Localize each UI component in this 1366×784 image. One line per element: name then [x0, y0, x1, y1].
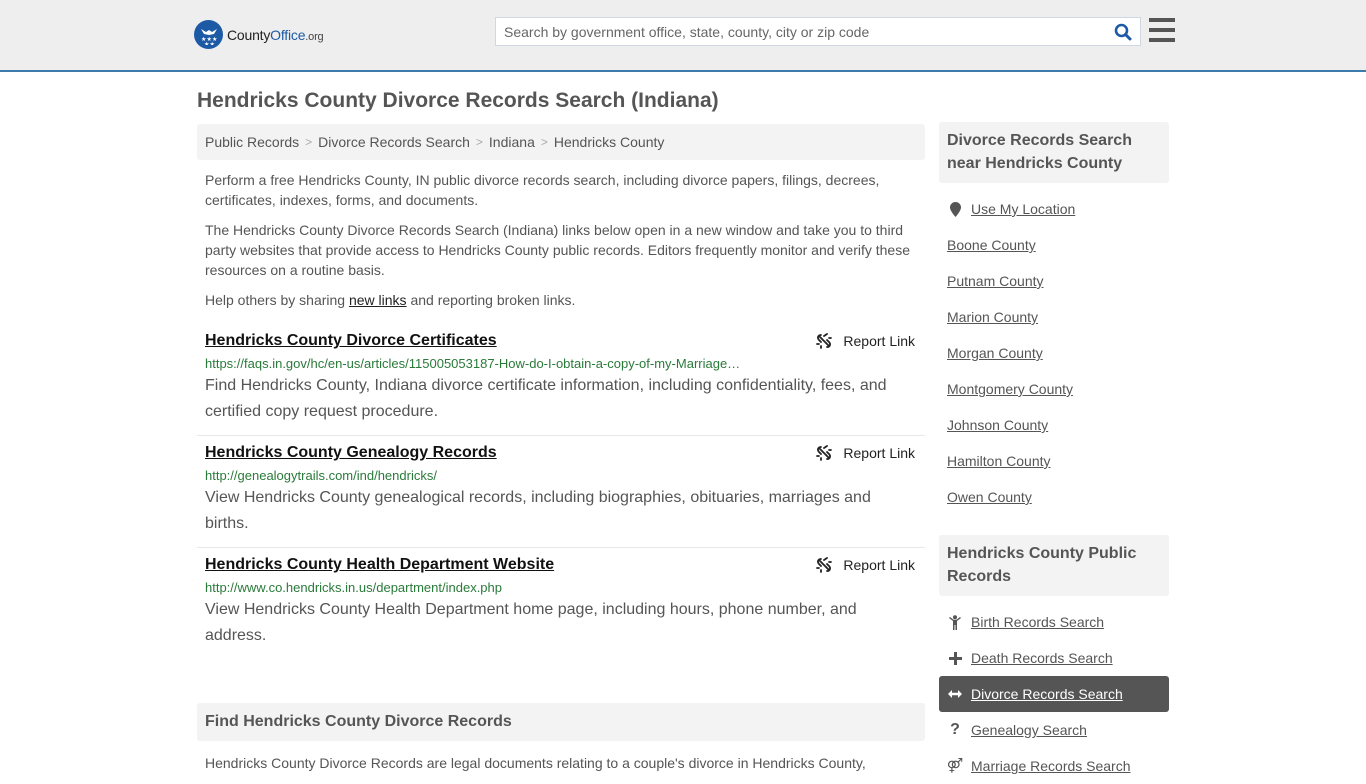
intro-text: Help others by sharing: [205, 292, 349, 308]
nearby-county-link[interactable]: Morgan County: [939, 335, 1169, 371]
nearby-county-link[interactable]: Johnson County: [939, 407, 1169, 443]
breadcrumb-separator: >: [540, 135, 548, 149]
sidebar-item-death-records[interactable]: Death Records Search: [939, 640, 1169, 676]
logo-badge-icon: ★ ★ ★ ★ ★: [194, 20, 223, 49]
find-section-text: Hendricks County Divorce Records are leg…: [205, 755, 866, 771]
report-link-button[interactable]: Report Link: [816, 445, 915, 461]
breadcrumb-separator: >: [305, 135, 313, 149]
nearby-county-link[interactable]: Marion County: [939, 299, 1169, 335]
result-title-link[interactable]: Hendricks County Genealogy Records: [205, 443, 497, 463]
find-section-heading: Find Hendricks County Divorce Records: [197, 703, 925, 741]
search-box: [495, 17, 1141, 46]
result-description: View Hendricks County genealogical recor…: [205, 489, 871, 532]
result-title-link[interactable]: Hendricks County Health Department Websi…: [205, 555, 554, 575]
logo-text-office: Office: [270, 26, 306, 43]
site-logo[interactable]: ★ ★ ★ ★ ★ CountyOffice.org: [194, 20, 324, 49]
hamburger-menu-icon[interactable]: [1149, 18, 1175, 42]
report-link-label: Report Link: [843, 333, 915, 349]
broken-link-icon: [816, 445, 833, 461]
result-url: http://genealogytrails.com/ind/hendricks…: [205, 468, 437, 483]
intro: Perform a free Hendricks County, IN publ…: [197, 170, 925, 310]
menu-bar: [1149, 28, 1175, 32]
nearby-county-link[interactable]: Boone County: [939, 227, 1169, 263]
breadcrumb-current: Hendricks County: [553, 134, 665, 150]
broken-link-icon: [816, 557, 833, 573]
logo-text-tld: .org: [305, 30, 324, 43]
sidebar-item-label[interactable]: Genealogy Search: [971, 722, 1087, 738]
search-button[interactable]: [1106, 18, 1140, 45]
public-records-section: Hendricks County Public Records Birth Re…: [939, 535, 1169, 784]
public-records-list: Birth Records Search Death Records Searc…: [939, 604, 1169, 784]
child-icon: [947, 614, 963, 630]
venus-mars-icon: ⚤: [946, 758, 964, 774]
result-description: View Hendricks County Health Department …: [205, 601, 857, 644]
sidebar-item-divorce-records[interactable]: Divorce Records Search: [939, 676, 1169, 712]
report-link-label: Report Link: [843, 557, 915, 573]
nearby-county-link[interactable]: Hamilton County: [939, 443, 1169, 479]
county-link-label[interactable]: Boone County: [947, 237, 1036, 253]
broken-link-icon: [816, 333, 833, 349]
result-url: http://www.co.hendricks.in.us/department…: [205, 580, 502, 595]
county-link-label[interactable]: Putnam County: [947, 273, 1044, 289]
site-header: ★ ★ ★ ★ ★ CountyOffice.org: [0, 0, 1366, 72]
results-list: Hendricks County Divorce Certificates Re…: [197, 324, 925, 659]
report-link-button[interactable]: Report Link: [816, 557, 915, 573]
search-input[interactable]: [496, 18, 1106, 45]
nearby-county-link[interactable]: Putnam County: [939, 263, 1169, 299]
result-item: Hendricks County Genealogy Records Repor…: [197, 436, 925, 548]
result-description: Find Hendricks County, Indiana divorce c…: [205, 377, 887, 420]
report-link-button[interactable]: Report Link: [816, 333, 915, 349]
arrows-horizontal-icon: [947, 689, 963, 699]
sidebar: Divorce Records Search near Hendricks Co…: [939, 122, 1169, 784]
county-link-label[interactable]: Montgomery County: [947, 381, 1073, 397]
intro-paragraph-3: Help others by sharing new links and rep…: [197, 290, 925, 310]
nearby-heading: Divorce Records Search near Hendricks Co…: [939, 122, 1169, 183]
search-icon: [1114, 23, 1132, 40]
county-link-label[interactable]: Hamilton County: [947, 453, 1051, 469]
report-link-label: Report Link: [843, 445, 915, 461]
public-records-heading: Hendricks County Public Records: [939, 535, 1169, 596]
sidebar-item-label[interactable]: Divorce Records Search: [971, 686, 1123, 702]
menu-bar: [1149, 18, 1175, 22]
use-my-location-label[interactable]: Use My Location: [971, 201, 1075, 217]
breadcrumb-separator: >: [475, 135, 483, 149]
result-url: https://faqs.in.gov/hc/en-us/articles/11…: [205, 356, 741, 371]
nearby-county-link[interactable]: Montgomery County: [939, 371, 1169, 407]
logo-text-county: County: [227, 26, 271, 43]
county-link-label[interactable]: Owen County: [947, 489, 1032, 505]
intro-text: and reporting broken links.: [406, 292, 576, 308]
new-links-link[interactable]: new links: [349, 292, 407, 308]
sidebar-item-label[interactable]: Birth Records Search: [971, 614, 1104, 630]
intro-paragraph-2: The Hendricks County Divorce Records Sea…: [205, 222, 910, 278]
map-marker-icon: [947, 201, 963, 217]
breadcrumb-indiana[interactable]: Indiana: [489, 134, 535, 150]
county-link-label[interactable]: Marion County: [947, 309, 1038, 325]
svg-text:★: ★: [209, 41, 214, 45]
county-link-label[interactable]: Morgan County: [947, 345, 1043, 361]
use-my-location-link[interactable]: Use My Location: [939, 191, 1169, 227]
sidebar-item-label[interactable]: Death Records Search: [971, 650, 1113, 666]
result-title-link[interactable]: Hendricks County Divorce Certificates: [205, 331, 497, 351]
nearby-list: Use My Location Boone County Putnam Coun…: [939, 191, 1169, 515]
logo-text: CountyOffice.org: [227, 26, 324, 43]
question-icon: ?: [950, 721, 960, 738]
result-item: Hendricks County Divorce Certificates Re…: [197, 324, 925, 436]
sidebar-item-marriage-records[interactable]: ⚤ Marriage Records Search: [939, 748, 1169, 784]
page-title: Hendricks County Divorce Records Search …: [197, 89, 719, 112]
main-content: Public Records > Divorce Records Search …: [197, 124, 925, 773]
breadcrumb-public-records[interactable]: Public Records: [205, 134, 299, 150]
breadcrumb: Public Records > Divorce Records Search …: [197, 124, 925, 160]
breadcrumb-divorce-records-search[interactable]: Divorce Records Search: [318, 134, 470, 150]
nearby-county-link[interactable]: Owen County: [939, 479, 1169, 515]
intro-paragraph-1: Perform a free Hendricks County, IN publ…: [205, 172, 880, 208]
sidebar-item-label[interactable]: Marriage Records Search: [971, 758, 1131, 774]
sidebar-item-genealogy[interactable]: ? Genealogy Search: [939, 712, 1169, 748]
sidebar-item-birth-records[interactable]: Birth Records Search: [939, 604, 1169, 640]
plus-icon: [947, 651, 963, 665]
result-item: Hendricks County Health Department Websi…: [197, 548, 925, 659]
menu-bar: [1149, 38, 1175, 42]
county-link-label[interactable]: Johnson County: [947, 417, 1048, 433]
